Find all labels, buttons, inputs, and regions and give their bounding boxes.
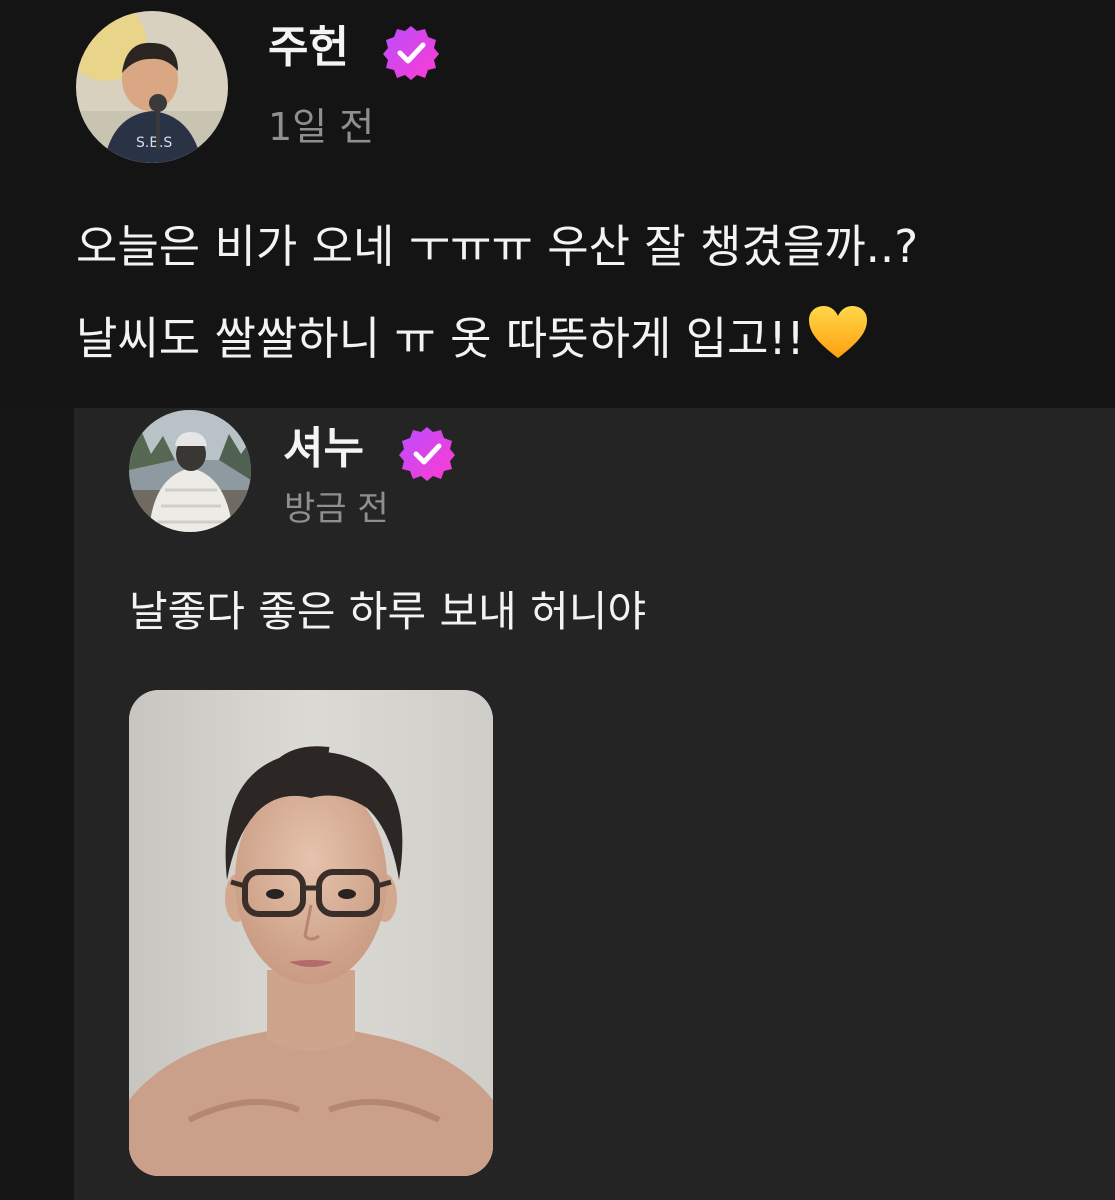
post-time: 1일 전 bbox=[268, 105, 375, 149]
reply-text: 날좋다 좋은 하루 보내 허니야 bbox=[129, 587, 647, 636]
post-text-line-2: 날씨도 쌀쌀하니 ㅠ 옷 따뜻하게 입고!! bbox=[76, 304, 869, 367]
reply-photo[interactable] bbox=[129, 690, 493, 1176]
reply-verified-badge-icon bbox=[398, 424, 456, 482]
post-text-line-1: 오늘은 비가 오네 ㅜㅠㅠ 우산 잘 챙겼을까..? bbox=[76, 220, 919, 273]
author-avatar[interactable]: S.B.S bbox=[76, 11, 228, 163]
main-post: S.B.S 주헌 1일 전 오늘은 비가 오네 ㅜㅠㅠ 우산 잘 챙겼을까..?… bbox=[0, 0, 1115, 408]
reply-author-avatar[interactable] bbox=[129, 410, 251, 532]
reply-time: 방금 전 bbox=[284, 489, 389, 529]
yellow-heart-icon bbox=[807, 304, 869, 367]
post-text-line-2-text: 날씨도 쌀쌀하니 ㅠ 옷 따뜻하게 입고!! bbox=[76, 312, 805, 365]
verified-badge-icon bbox=[382, 23, 440, 81]
svg-text:S.B.S: S.B.S bbox=[136, 135, 172, 151]
author-name[interactable]: 주헌 bbox=[268, 26, 349, 70]
reply-author-name[interactable]: 셔누 bbox=[283, 427, 364, 471]
